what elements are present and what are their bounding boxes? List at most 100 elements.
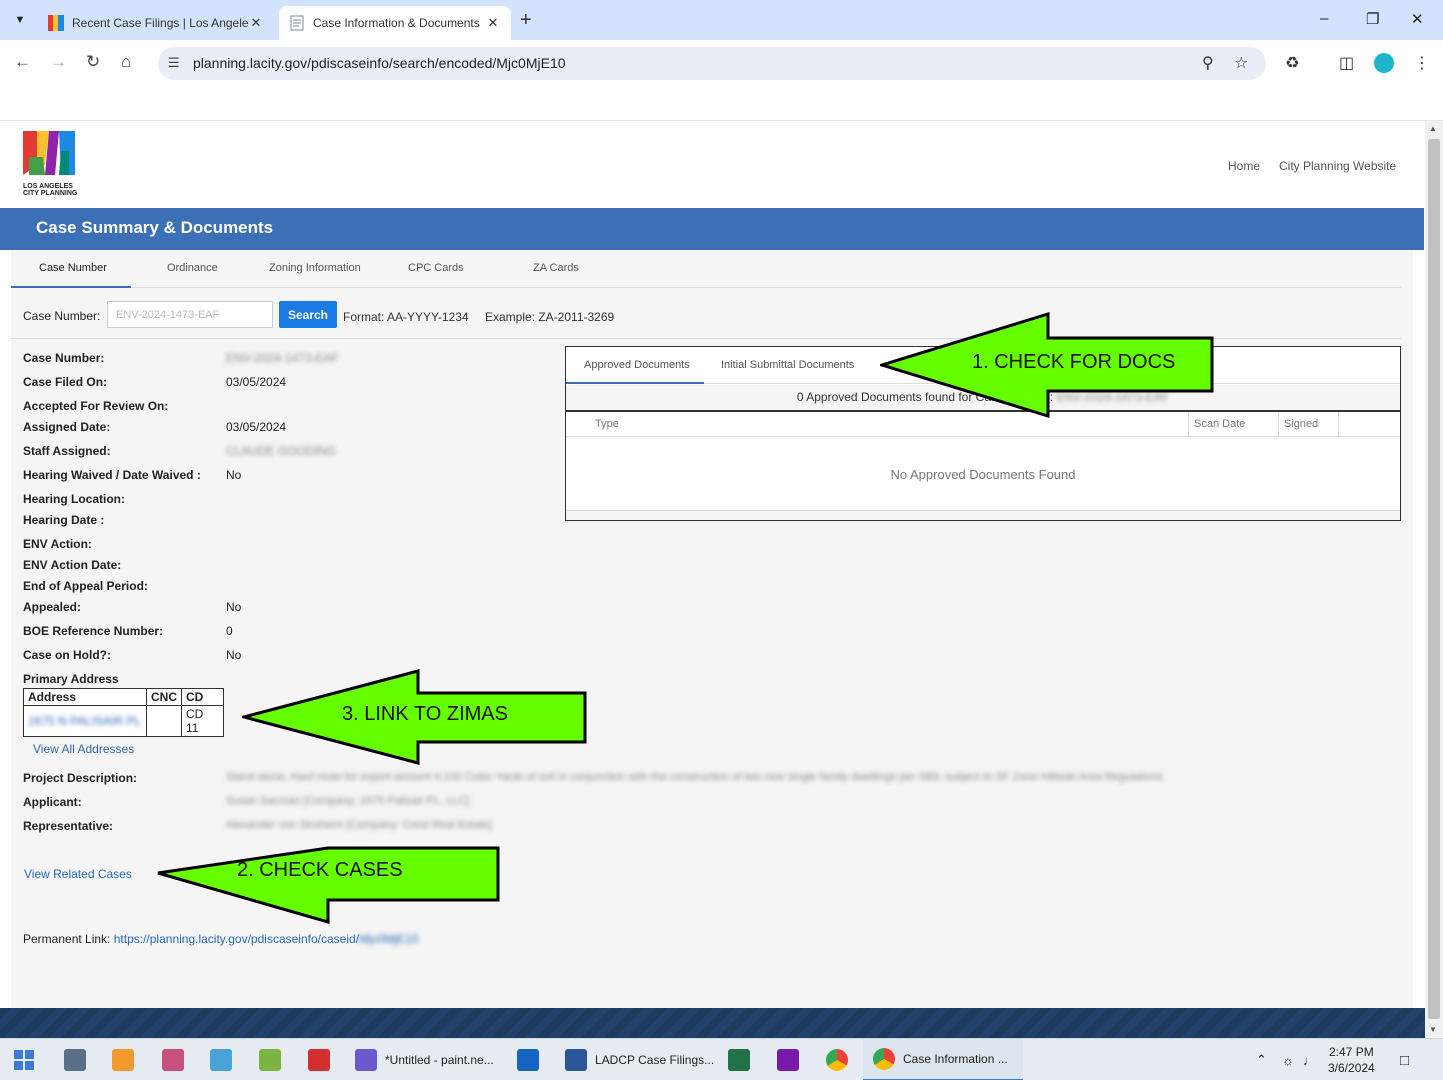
label-hearing-location: Hearing Location: xyxy=(23,492,126,506)
scrollbar-thumb[interactable] xyxy=(1428,139,1440,1019)
search-label: Case Number: xyxy=(23,309,101,323)
label-boe-ref: BOE Reference Number: xyxy=(23,624,164,638)
forward-arrow-icon[interactable]: → xyxy=(50,52,67,72)
label-env-action-date: ENV Action Date: xyxy=(23,558,122,572)
excel-app-icon[interactable] xyxy=(728,1039,758,1080)
back-arrow-icon[interactable]: ← xyxy=(14,52,31,72)
page-scrollbar[interactable]: ▲ ▼ xyxy=(1425,121,1443,1038)
search-button[interactable]: Search xyxy=(279,301,337,328)
nav-home-link[interactable]: Home xyxy=(1228,159,1260,173)
cnc-header: CNC xyxy=(146,688,182,706)
label-filed-on: Case Filed On: xyxy=(23,375,108,389)
label-project-description: Project Description: xyxy=(23,771,138,785)
label-appeal-end: End of Appeal Period: xyxy=(23,579,148,593)
onenote-app-icon[interactable] xyxy=(777,1039,807,1080)
annotation-text-docs: 1. CHECK FOR DOCS xyxy=(972,351,1176,373)
notepad-app-icon[interactable] xyxy=(259,1039,289,1080)
volume-icon[interactable]: ♩ xyxy=(1303,1039,1316,1080)
permanent-link-row: Permanent Link: https://planning.lacity.… xyxy=(23,932,418,946)
view-all-addresses-link[interactable]: View All Addresses xyxy=(33,742,134,756)
pdf-tool-app-icon[interactable] xyxy=(308,1039,338,1080)
paint-tool-app-icon[interactable] xyxy=(210,1039,240,1080)
url-text: planning.lacity.gov/pdiscaseinfo/search/… xyxy=(193,55,566,71)
address-bar[interactable]: ☰ planning.lacity.gov/pdiscaseinfo/searc… xyxy=(158,47,1266,80)
logo-mark-icon xyxy=(23,131,75,175)
browser-tab-recent-filings[interactable]: Recent Case Filings | Los Angeles ✕ xyxy=(38,6,274,40)
address-cell[interactable]: 1675 N PALISAIR PL xyxy=(23,705,147,737)
outlook-app-icon[interactable] xyxy=(517,1039,547,1080)
site-info-icon[interactable]: ☰ xyxy=(168,55,180,71)
logo-text: LOS ANGELES CITY PLANNING xyxy=(23,183,78,197)
col-type[interactable]: Type xyxy=(595,418,619,430)
documents-table-footer xyxy=(566,510,1400,520)
taskbar-chrome-case-info[interactable]: Case Information ... xyxy=(863,1039,1023,1080)
taskbar-clock[interactable]: 2:47 PM 3/6/2024 xyxy=(1328,1044,1375,1076)
tab-close-icon[interactable]: ✕ xyxy=(485,15,501,31)
label-env-action: ENV Action: xyxy=(23,537,92,551)
bookmark-star-icon[interactable]: ☆ xyxy=(1234,53,1248,73)
case-number-input[interactable] xyxy=(107,301,273,328)
wifi-icon[interactable]: ☼ xyxy=(1282,1039,1294,1080)
label-staff: Staff Assigned: xyxy=(23,444,111,458)
label-primary-address: Primary Address xyxy=(23,672,119,686)
start-windows-icon[interactable] xyxy=(14,1039,34,1080)
tab-approved-documents[interactable]: Approved Documents xyxy=(584,359,690,371)
tray-chevron-up-icon[interactable]: ⌃ xyxy=(1256,1039,1267,1080)
scroll-up-icon[interactable]: ▲ xyxy=(1429,124,1437,133)
permanent-link[interactable]: https://planning.lacity.gov/pdiscaseinfo… xyxy=(114,932,359,946)
cnc-cell xyxy=(146,705,182,737)
taskbar-paint-net[interactable]: *Untitled - paint.ne... xyxy=(355,1039,494,1080)
view-related-cases-link[interactable]: View Related Cases xyxy=(24,867,132,881)
maximize-icon[interactable]: ❐ xyxy=(1366,10,1379,28)
chrome-app-icon[interactable] xyxy=(826,1039,856,1080)
no-documents-message: No Approved Documents Found xyxy=(890,467,1076,482)
notifications-icon[interactable]: □ xyxy=(1400,1039,1409,1080)
tab-case-number[interactable]: Case Number xyxy=(39,262,107,274)
browser-tab-strip: ▼ Recent Case Filings | Los Angeles ✕ Ca… xyxy=(0,0,1443,40)
new-tab-plus-icon[interactable]: + xyxy=(520,9,532,32)
zimas-address-link[interactable]: 1675 N PALISAIR PL xyxy=(28,714,141,728)
example-hint: Example: ZA-2011-3269 xyxy=(485,310,615,324)
minimize-icon[interactable]: – xyxy=(1320,10,1328,27)
tab-ordinance[interactable]: Ordinance xyxy=(167,262,218,274)
browser-tab-case-info[interactable]: Case Information & Documents ✕ xyxy=(279,6,511,40)
col-scan-date[interactable]: Scan Date xyxy=(1194,418,1245,430)
label-on-hold: Case on Hold?: xyxy=(23,648,112,662)
permanent-link-id[interactable]: Mjc0MjE10 xyxy=(359,932,418,946)
media-player-app-icon[interactable] xyxy=(112,1039,142,1080)
reload-icon[interactable]: ↻ xyxy=(86,52,100,72)
home-icon[interactable]: ⌂ xyxy=(121,52,131,72)
taskbar-word-ladcp[interactable]: LADCP Case Filings... xyxy=(565,1039,714,1080)
doc-active-tab-underline xyxy=(566,382,704,384)
tab-za-cards[interactable]: ZA Cards xyxy=(533,262,579,274)
value-filed-on: 03/05/2024 xyxy=(226,375,287,389)
side-panel-icon[interactable]: ◫ xyxy=(1339,53,1354,73)
calculator-app-icon[interactable] xyxy=(64,1039,94,1080)
la-city-planning-logo[interactable]: LOS ANGELES CITY PLANNING xyxy=(23,131,78,197)
address-table: Address CNC CD 1675 N PALISAIR PL CD 11 xyxy=(23,688,224,737)
value-applicant: Susan Sacman [Company: 1675 Palisair PL,… xyxy=(226,795,470,807)
browser-toolbar: ← → ↻ ⌂ ☰ planning.lacity.gov/pdiscasein… xyxy=(0,40,1443,86)
value-project-description: Stand alone, Haul route for export amoun… xyxy=(226,771,1166,783)
extensions-puzzle-icon[interactable]: ♻ xyxy=(1285,53,1299,73)
window-close-icon[interactable]: ✕ xyxy=(1411,10,1424,28)
value-assigned-date: 03/05/2024 xyxy=(226,420,287,434)
la-planning-favicon xyxy=(48,15,64,31)
tab-zoning-information[interactable]: Zoning Information xyxy=(269,262,361,274)
col-signed[interactable]: Signed xyxy=(1284,418,1318,430)
tab-search-chevron-icon[interactable]: ▼ xyxy=(8,8,32,32)
snipping-tool-app-icon[interactable] xyxy=(162,1039,192,1080)
scroll-down-icon[interactable]: ▼ xyxy=(1429,1025,1437,1034)
profile-avatar[interactable] xyxy=(1374,53,1394,73)
label-case-number: Case Number: xyxy=(23,351,105,365)
tab-cpc-cards[interactable]: CPC Cards xyxy=(408,262,464,274)
page-viewport: LOS ANGELES CITY PLANNING Home City Plann… xyxy=(0,121,1425,1038)
nav-city-planning-link[interactable]: City Planning Website xyxy=(1279,159,1396,173)
kebab-menu-icon[interactable]: ⋮ xyxy=(1414,53,1430,73)
tab-divider xyxy=(11,287,1401,288)
label-assigned-date: Assigned Date: xyxy=(23,420,111,434)
tab-close-icon[interactable]: ✕ xyxy=(248,15,264,31)
zoom-icon[interactable]: ⚲ xyxy=(1202,53,1214,73)
tab-initial-submittal-documents[interactable]: Initial Submittal Documents xyxy=(721,359,854,371)
value-representative: Alexander von Stroheim [Company: Crest R… xyxy=(226,819,492,831)
